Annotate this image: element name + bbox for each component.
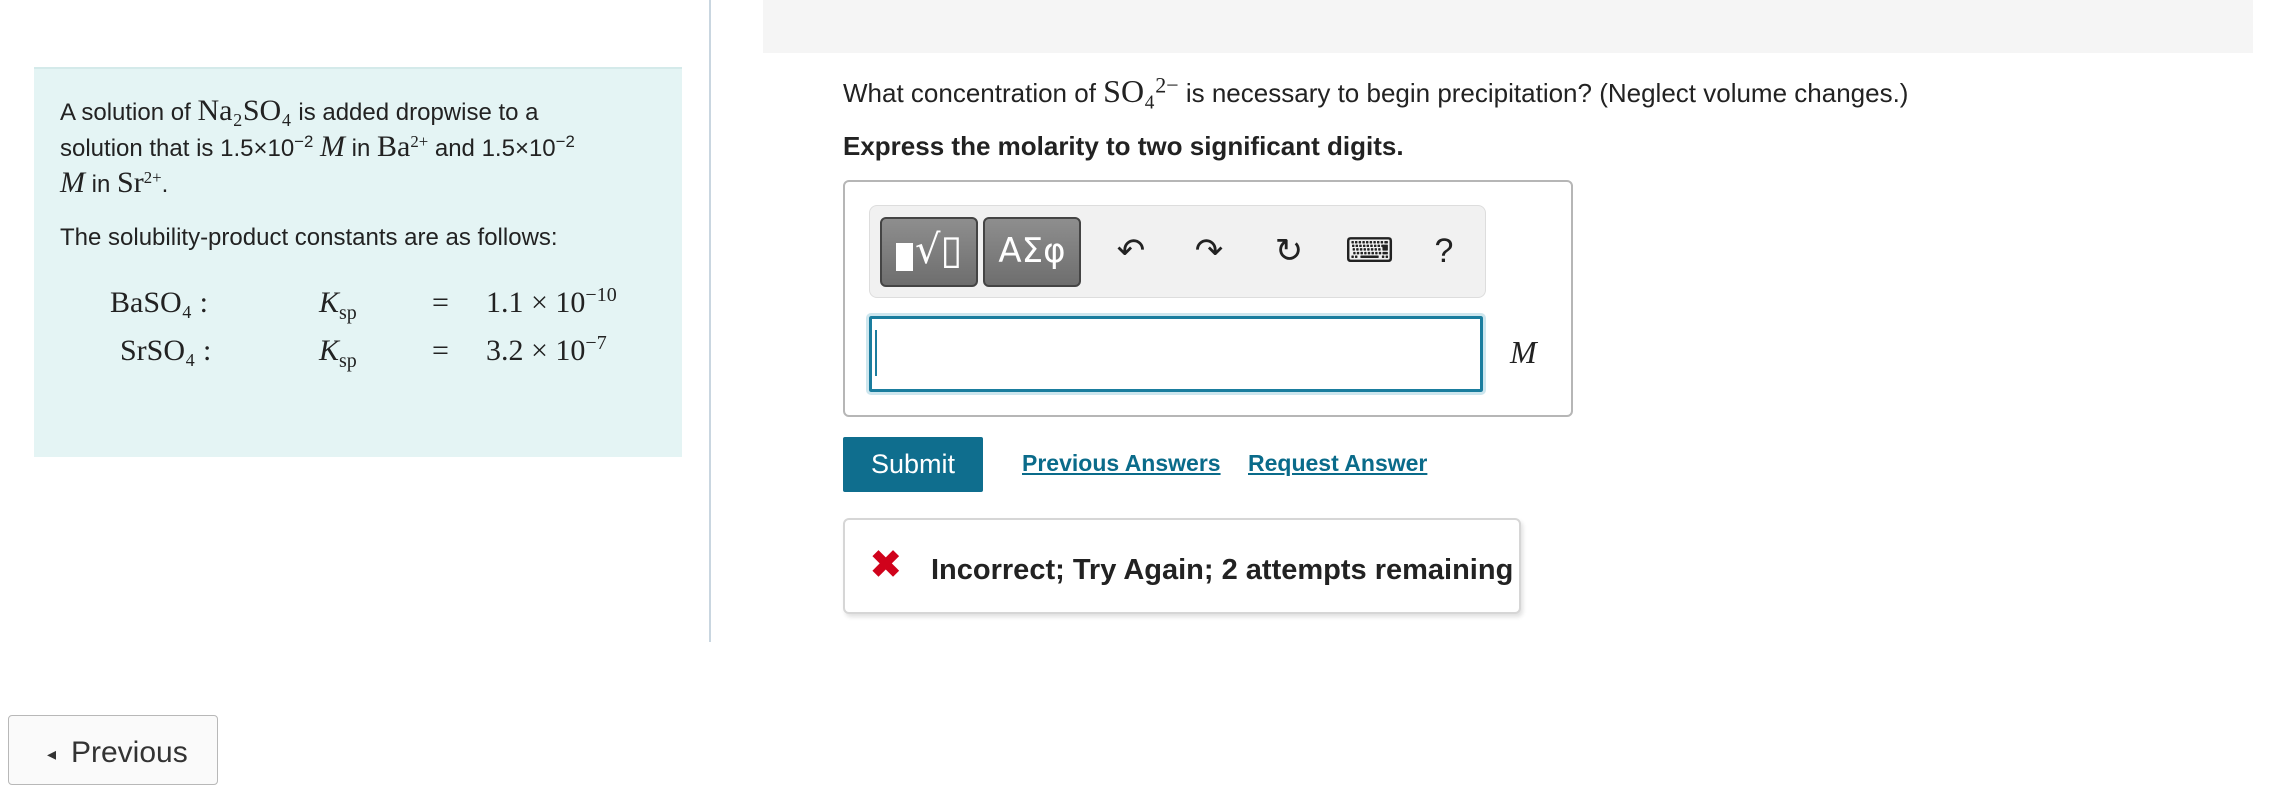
ksp-exponent: −7 [585, 332, 607, 354]
answer-unit: M [1510, 334, 1537, 370]
conc2-value: 1.5×10 [481, 135, 556, 162]
ksp-compound: SrSO₄ : [120, 334, 212, 367]
math-toolbar: √▯ ΑΣφ ↶ ↷ ↻ ⌨ ? [869, 205, 1486, 298]
ksp-row-baso4: BaSO₄ : Ksp = 1.1 × 10−10 [34, 284, 682, 326]
caret-left-icon: ◂ [47, 744, 57, 764]
redo-icon[interactable]: ↷ [1185, 226, 1233, 276]
ksp-sub: sp [339, 350, 357, 372]
undo-icon[interactable]: ↶ [1107, 226, 1155, 276]
template-block-icon [896, 243, 913, 271]
ksp-equals: = [432, 286, 449, 319]
incorrect-x-icon: ✖ [869, 542, 903, 588]
request-answer-link[interactable]: Request Answer [1248, 450, 1427, 477]
ksp-mantissa: 3.2 × 10 [486, 334, 586, 367]
top-strip [763, 0, 2253, 53]
instruction-text: Express the molarity to two significant … [843, 131, 1404, 161]
sulfate-symbol: SO₄ [1103, 73, 1156, 109]
text-cursor [875, 330, 877, 376]
conc1-exponent: −2 [294, 132, 314, 151]
greek-symbols-button[interactable]: ΑΣφ [983, 217, 1081, 287]
ksp-equals: = [432, 334, 449, 367]
sulfate-charge: 2− [1155, 72, 1179, 98]
reagent-formula: Na₂SO₄ [197, 94, 292, 127]
feedback-message: ✖ Incorrect; Try Again; 2 attempts remai… [843, 518, 1521, 614]
answer-box: √▯ ΑΣφ ↶ ↷ ↻ ⌨ ? M [843, 180, 1573, 417]
help-button[interactable]: ? [1420, 226, 1468, 276]
feedback-text: Incorrect; Try Again; 2 attempts remaini… [931, 554, 1514, 586]
in-text-2: in [85, 171, 118, 198]
ksp-sub: sp [339, 302, 357, 324]
ion2-charge: 2+ [143, 168, 162, 187]
ion1-charge: 2+ [410, 132, 429, 151]
ksp-mantissa: 1.1 × 10 [486, 286, 586, 319]
panel-divider [709, 0, 711, 642]
ksp-k: K [319, 334, 340, 367]
conc1-value: 1.5×10 [220, 135, 295, 162]
ksp-exponent: −10 [585, 284, 617, 306]
and-text: and [428, 135, 482, 162]
ksp-intro-text: The solubility-product constants are as … [60, 224, 558, 251]
problem-text-2: is added dropwise to a [291, 99, 539, 126]
submit-button[interactable]: Submit [843, 437, 983, 492]
reset-icon[interactable]: ↻ [1265, 226, 1313, 276]
ksp-symbol: Ksp [319, 334, 357, 371]
keyboard-icon[interactable]: ⌨ [1345, 226, 1394, 276]
ksp-value: 3.2 × 10−7 [486, 332, 607, 368]
ksp-compound: BaSO₄ : [110, 286, 208, 319]
ksp-k: K [319, 286, 340, 319]
in-text-1: in [344, 135, 377, 162]
problem-statement: A solution of Na₂SO₄ is added dropwise t… [60, 94, 575, 199]
ksp-value: 1.1 × 10−10 [486, 284, 617, 320]
previous-answers-link[interactable]: Previous Answers [1022, 450, 1221, 477]
ksp-symbol: Ksp [319, 286, 357, 323]
problem-text-3: solution that is [60, 135, 221, 162]
problem-text-1: A solution of [60, 99, 198, 126]
templates-button[interactable]: √▯ [880, 217, 978, 287]
question-text: What concentration of SO₄2− is necessary… [843, 73, 1908, 110]
radical-icon: √▯ [915, 227, 963, 273]
molar-unit-2: M [60, 166, 85, 199]
conc2-exponent: −2 [555, 132, 575, 151]
molar-unit-1: M [319, 130, 345, 163]
previous-label: Previous [71, 736, 188, 769]
previous-button[interactable]: ◂ Previous [8, 715, 218, 785]
question-pre: What concentration of [843, 78, 1104, 108]
problem-panel: A solution of Na₂SO₄ is added dropwise t… [34, 67, 682, 457]
ion2-symbol: Sr [117, 166, 144, 199]
ion1-symbol: Ba [377, 130, 411, 163]
answer-input[interactable] [866, 313, 1486, 395]
question-post: is necessary to begin precipitation? (Ne… [1178, 78, 1909, 108]
ksp-row-srso4: SrSO₄ : Ksp = 3.2 × 10−7 [34, 332, 682, 374]
